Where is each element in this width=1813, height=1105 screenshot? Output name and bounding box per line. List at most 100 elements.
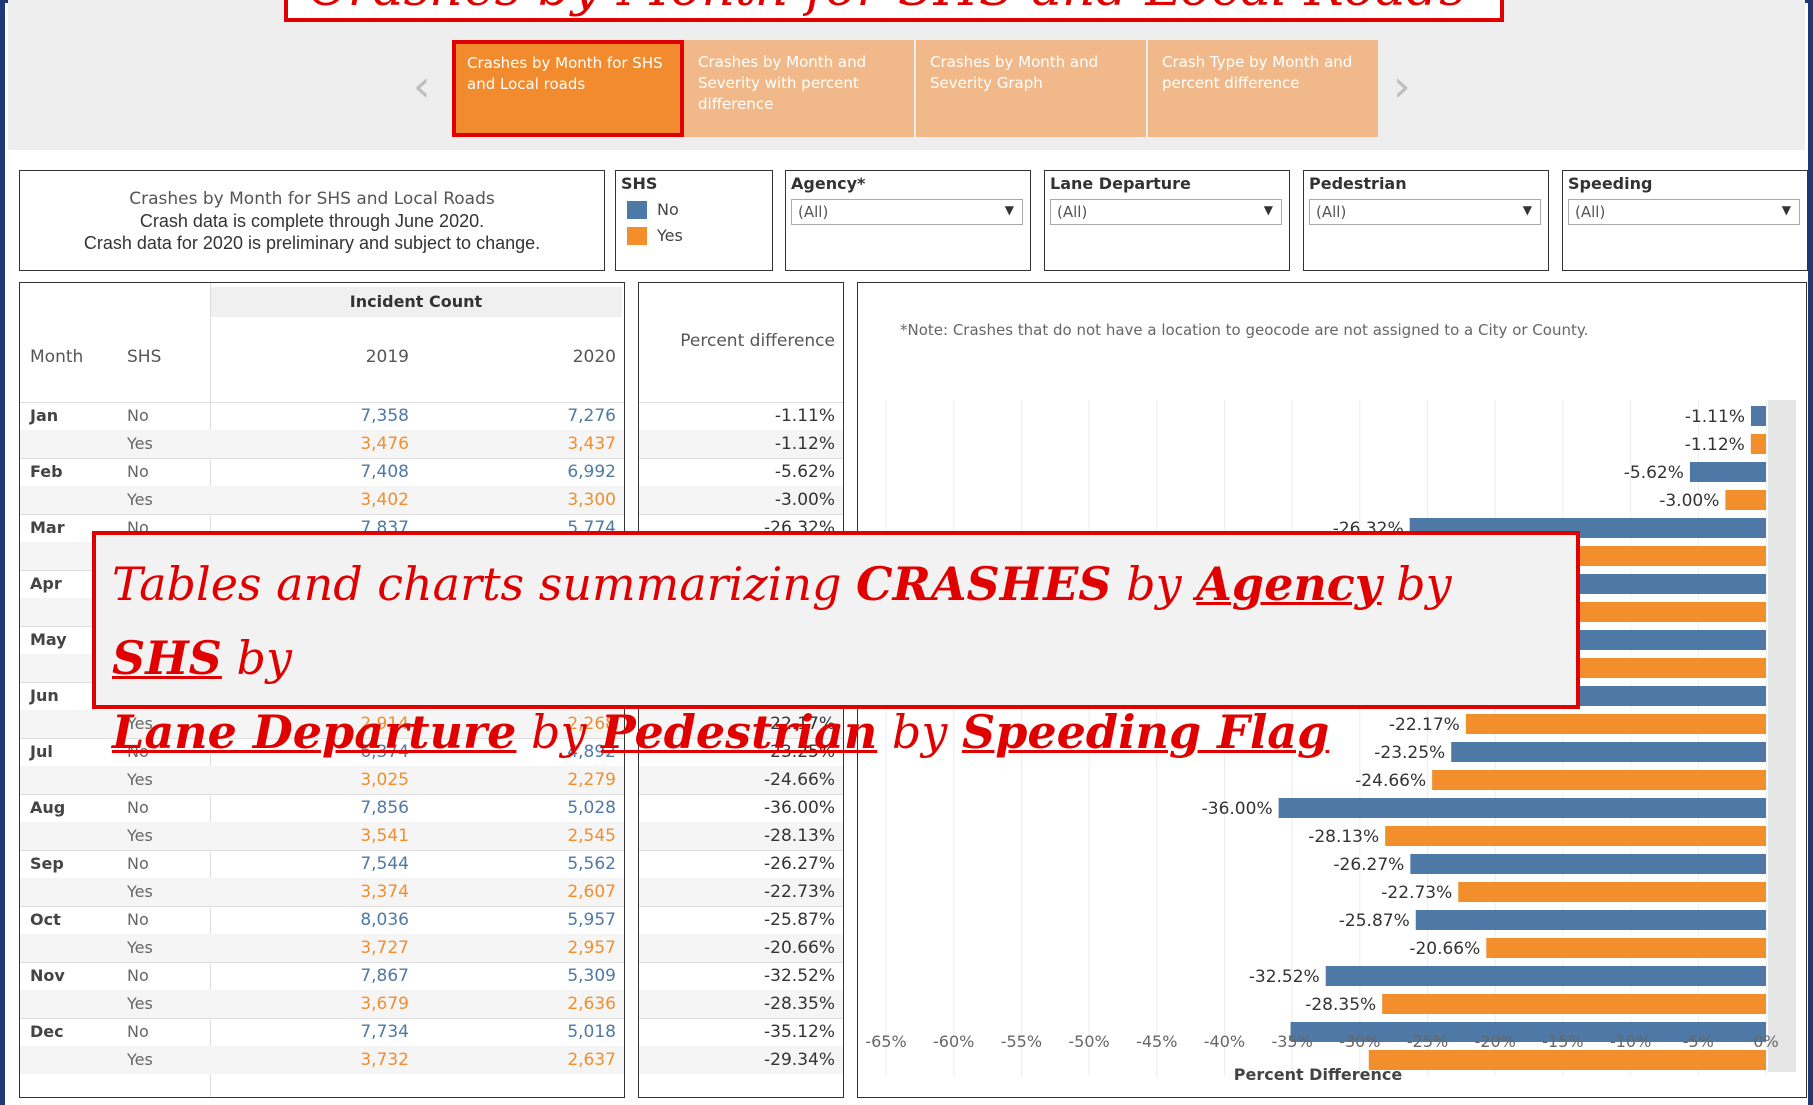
bar-data-label: -1.11%: [1685, 407, 1745, 427]
table-row[interactable]: -32.52%: [639, 962, 843, 990]
table-row[interactable]: -26.27%: [639, 850, 843, 878]
tab-crashes-by-severity-graph[interactable]: Crashes by Month and Severity Graph: [916, 40, 1146, 137]
agency-dropdown[interactable]: (All) ▼: [791, 199, 1023, 225]
cell-pct: -20.66%: [764, 938, 835, 958]
tab-crash-type-pct[interactable]: Crash Type by Month and percent differen…: [1148, 40, 1378, 137]
row-group-divider: [639, 402, 843, 403]
cell-month: Dec: [30, 1022, 64, 1041]
prev-arrow-icon[interactable]: ‹: [413, 65, 431, 109]
bar-data-label: -22.73%: [1381, 883, 1452, 903]
bar-no[interactable]: [1689, 462, 1766, 482]
table-row[interactable]: -28.13%: [639, 822, 843, 850]
bar-no[interactable]: [1325, 966, 1766, 986]
legend-item-no[interactable]: No: [627, 200, 767, 219]
annot-shs: SHS: [112, 631, 222, 685]
table-row[interactable]: Sep No 7,544 5,562: [20, 850, 624, 878]
table-row[interactable]: -35.12%: [639, 1018, 843, 1046]
bar-data-label: -20.66%: [1409, 939, 1480, 959]
lane-departure-dropdown[interactable]: (All) ▼: [1050, 199, 1282, 225]
table-row[interactable]: -5.62%: [639, 458, 843, 486]
table-row[interactable]: Dec No 7,734 5,018: [20, 1018, 624, 1046]
table-row[interactable]: Yes 3,679 2,636: [20, 990, 624, 1018]
cell-shs: Yes: [127, 434, 153, 453]
bar-yes[interactable]: [1465, 714, 1766, 734]
next-arrow-icon[interactable]: ›: [1393, 65, 1411, 109]
bar-no[interactable]: [1451, 742, 1766, 762]
cell-shs: Yes: [127, 490, 153, 509]
x-tick-label: -40%: [1204, 1032, 1245, 1051]
bar-no[interactable]: [1410, 854, 1766, 874]
cell-pct: -3.00%: [774, 490, 835, 510]
bar-yes[interactable]: [1750, 434, 1766, 454]
row-group-divider: [639, 458, 843, 459]
cell-2020: 2,636: [567, 994, 616, 1014]
cell-pct: -28.13%: [764, 826, 835, 846]
bar-no[interactable]: [1278, 798, 1766, 818]
cell-month: Feb: [30, 462, 63, 481]
table-row[interactable]: -24.66%: [639, 766, 843, 794]
bar-yes[interactable]: [1486, 938, 1766, 958]
bar-yes[interactable]: [1725, 490, 1766, 510]
cell-shs: Yes: [127, 1050, 153, 1069]
row-group-divider: [20, 962, 624, 963]
x-tick-label: -65%: [865, 1032, 906, 1051]
speeding-dropdown[interactable]: (All) ▼: [1568, 199, 1800, 225]
table-row[interactable]: Yes 3,727 2,957: [20, 934, 624, 962]
table-row[interactable]: Yes 3,732 2,637: [20, 1046, 624, 1074]
bar-data-label: -24.66%: [1355, 771, 1426, 791]
table-row[interactable]: -36.00%: [639, 794, 843, 822]
filter-agency: Agency* (All) ▼: [785, 170, 1031, 271]
cell-shs: No: [127, 406, 149, 425]
bar-yes[interactable]: [1458, 882, 1766, 902]
cell-2020: 2,545: [567, 826, 616, 846]
row-group-divider: [639, 850, 843, 851]
table-row[interactable]: -28.35%: [639, 990, 843, 1018]
bar-yes[interactable]: [1382, 994, 1766, 1014]
bar-data-label: -23.25%: [1374, 743, 1445, 763]
table-row[interactable]: -1.11%: [639, 402, 843, 430]
agency-dropdown-value: (All): [798, 203, 829, 221]
bar-yes[interactable]: [1432, 770, 1766, 790]
cell-month: Jun: [30, 686, 59, 705]
table-row[interactable]: Nov No 7,867 5,309: [20, 962, 624, 990]
legend-swatch-yes: [627, 226, 647, 245]
table-row[interactable]: Aug No 7,856 5,028: [20, 794, 624, 822]
table-row[interactable]: Feb No 7,408 6,992: [20, 458, 624, 486]
table-row[interactable]: -29.34%: [639, 1046, 843, 1074]
bar-yes[interactable]: [1368, 1050, 1766, 1070]
table-row[interactable]: Oct No 8,036 5,957: [20, 906, 624, 934]
table-row[interactable]: Yes 3,541 2,545: [20, 822, 624, 850]
table-row[interactable]: Yes 3,374 2,607: [20, 878, 624, 906]
tab-crashes-by-month-shs[interactable]: Crashes by Month for SHS and Local roads: [452, 40, 684, 137]
cell-shs: Yes: [127, 826, 153, 845]
table-row[interactable]: -22.73%: [639, 878, 843, 906]
tab-crashes-by-severity-pct[interactable]: Crashes by Month and Severity with perce…: [684, 40, 914, 137]
table-row[interactable]: Yes 3,476 3,437: [20, 430, 624, 458]
row-group-divider: [639, 906, 843, 907]
table-row[interactable]: -25.87%: [639, 906, 843, 934]
legend-label-no: No: [657, 200, 679, 219]
bar-no[interactable]: [1415, 910, 1766, 930]
filter-speeding-label: Speeding: [1568, 174, 1653, 193]
cell-2019: 7,408: [360, 462, 409, 482]
cell-pct: -26.27%: [764, 854, 835, 874]
cell-month: Aug: [30, 798, 66, 817]
table-row[interactable]: -20.66%: [639, 934, 843, 962]
table-row[interactable]: Yes 3,025 2,279: [20, 766, 624, 794]
table-row[interactable]: Yes 3,402 3,300: [20, 486, 624, 514]
pedestrian-dropdown[interactable]: (All) ▼: [1309, 199, 1541, 225]
x-tick-label: -60%: [933, 1032, 974, 1051]
table-row[interactable]: -1.12%: [639, 430, 843, 458]
cell-month: Oct: [30, 910, 61, 929]
row-group-divider: [20, 906, 624, 907]
row-group-divider: [20, 794, 624, 795]
bar-yes[interactable]: [1385, 826, 1766, 846]
table-row[interactable]: Jan No 7,358 7,276: [20, 402, 624, 430]
bar-no[interactable]: [1750, 406, 1766, 426]
cell-shs: Yes: [127, 882, 153, 901]
cell-month: Jan: [30, 406, 59, 425]
table-row[interactable]: -3.00%: [639, 486, 843, 514]
bar-data-label: -28.13%: [1308, 827, 1379, 847]
col-month-header: Month: [30, 347, 84, 367]
legend-item-yes[interactable]: Yes: [627, 226, 767, 245]
